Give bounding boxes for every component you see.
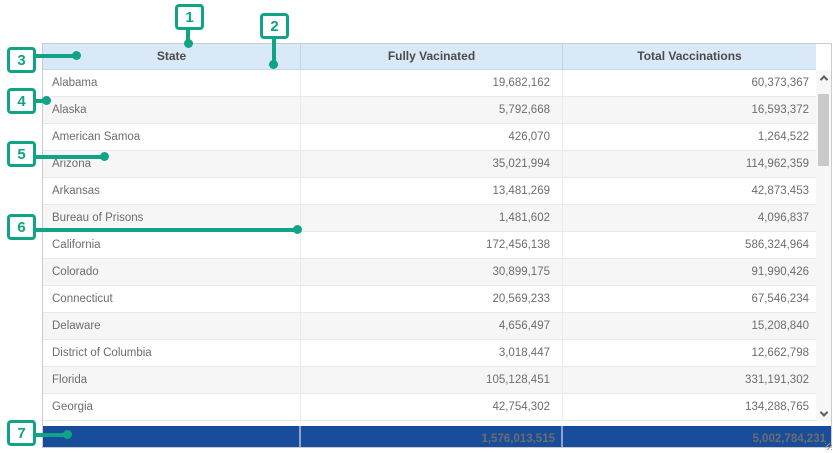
fully-vaccinated-cell: 35,021,994 [301, 151, 563, 177]
table-row[interactable]: Florida105,128,451331,191,302 [43, 367, 831, 394]
annotation-4-box: 4 [7, 88, 36, 114]
table-header-row: State Fully Vacinated Total Vaccinations [43, 44, 816, 70]
summary-fully-vaccinated-cell: 1,576,013,515 [301, 426, 563, 447]
summary-row: 1,576,013,515 5,002,784,231 [43, 426, 831, 447]
fully-vaccinated-cell: 4,656,497 [301, 313, 563, 339]
table-row[interactable]: Arizona35,021,994114,962,359 [43, 151, 831, 178]
total-vaccinations-cell: 4,096,837 [563, 205, 831, 231]
state-cell: Georgia [43, 394, 301, 420]
scrollbar-thumb[interactable] [818, 94, 829, 166]
fully-vaccinated-cell: 172,456,138 [301, 232, 563, 258]
total-vaccinations-cell: 134,288,765 [563, 394, 831, 420]
column-header-total-vaccinations[interactable]: Total Vaccinations [563, 44, 816, 69]
annotation-5-dot [100, 152, 109, 161]
fully-vaccinated-cell: 3,018,447 [301, 340, 563, 366]
annotation-6-connector [34, 228, 298, 232]
summary-total-vaccinations-cell: 5,002,784,231 [563, 426, 831, 447]
table-body: Alabama19,682,16260,373,367Alaska5,792,6… [43, 70, 831, 421]
total-vaccinations-cell: 114,962,359 [563, 151, 831, 177]
fully-vaccinated-cell: 30,899,175 [301, 259, 563, 285]
table-row[interactable]: Arkansas13,481,26942,873,453 [43, 178, 831, 205]
table-row[interactable]: Alabama19,682,16260,373,367 [43, 70, 831, 97]
annotation-7-box: 7 [7, 420, 36, 446]
fully-vaccinated-cell: 19,682,162 [301, 70, 563, 96]
annotation-3-dot [72, 51, 81, 60]
state-cell: Delaware [43, 313, 301, 339]
total-vaccinations-cell: 67,546,234 [563, 286, 831, 312]
table-row[interactable]: Delaware4,656,49715,208,840 [43, 313, 831, 340]
state-cell: Connecticut [43, 286, 301, 312]
fully-vaccinated-cell: 105,128,451 [301, 367, 563, 393]
state-cell: California [43, 232, 301, 258]
vertical-scrollbar[interactable] [816, 70, 831, 421]
attribute-table-screenshot: State Fully Vacinated Total Vaccinations… [0, 0, 833, 453]
table-row[interactable]: California172,456,138586,324,964 [43, 232, 831, 259]
total-vaccinations-cell: 15,208,840 [563, 313, 831, 339]
chevron-up-icon [819, 75, 827, 83]
fully-vaccinated-cell: 1,481,602 [301, 205, 563, 231]
total-vaccinations-cell: 16,593,372 [563, 97, 831, 123]
chevron-down-icon [819, 408, 827, 416]
annotation-4-dot [42, 96, 51, 105]
fully-vaccinated-cell: 13,481,269 [301, 178, 563, 204]
table-row[interactable]: American Samoa426,0701,264,522 [43, 124, 831, 151]
fully-vaccinated-cell: 426,070 [301, 124, 563, 150]
state-cell: Florida [43, 367, 301, 393]
annotation-6-box: 6 [7, 214, 36, 240]
table-row[interactable]: District of Columbia3,018,44712,662,798 [43, 340, 831, 367]
state-cell: District of Columbia [43, 340, 301, 366]
fully-vaccinated-cell: 42,754,302 [301, 394, 563, 420]
table-row[interactable]: Connecticut20,569,23367,546,234 [43, 286, 831, 313]
annotation-2-dot [269, 60, 278, 69]
table-row[interactable]: Alaska5,792,66816,593,372 [43, 97, 831, 124]
state-cell: Alabama [43, 70, 301, 96]
state-cell: American Samoa [43, 124, 301, 150]
total-vaccinations-cell: 12,662,798 [563, 340, 831, 366]
annotation-3-box: 3 [7, 47, 36, 73]
fully-vaccinated-cell: 5,792,668 [301, 97, 563, 123]
state-cell: Alaska [43, 97, 301, 123]
total-vaccinations-cell: 91,990,426 [563, 259, 831, 285]
total-vaccinations-cell: 586,324,964 [563, 232, 831, 258]
scroll-up-button[interactable] [816, 70, 831, 85]
total-vaccinations-cell: 1,264,522 [563, 124, 831, 150]
attribute-table: State Fully Vacinated Total Vaccinations… [42, 43, 832, 448]
column-header-fully-vaccinated[interactable]: Fully Vacinated [301, 44, 563, 69]
table-row[interactable]: Georgia42,754,302134,288,765 [43, 394, 831, 421]
annotation-5-connector [34, 155, 105, 159]
table-row[interactable]: Colorado30,899,17591,990,426 [43, 259, 831, 286]
fully-vaccinated-cell: 20,569,233 [301, 286, 563, 312]
resize-grip-icon [825, 443, 832, 450]
column-header-state[interactable]: State [43, 44, 301, 69]
state-cell: Arkansas [43, 178, 301, 204]
annotation-6-dot [293, 225, 302, 234]
annotation-1-dot [184, 39, 193, 48]
annotation-5-box: 5 [7, 141, 36, 167]
annotation-3-connector [34, 54, 77, 58]
summary-state-cell [43, 426, 301, 447]
state-cell: Colorado [43, 259, 301, 285]
annotation-7-dot [63, 430, 72, 439]
total-vaccinations-cell: 42,873,453 [563, 178, 831, 204]
total-vaccinations-cell: 331,191,302 [563, 367, 831, 393]
scroll-down-button[interactable] [816, 406, 831, 421]
total-vaccinations-cell: 60,373,367 [563, 70, 831, 96]
annotation-1-box: 1 [175, 4, 204, 30]
annotation-2-box: 2 [260, 13, 289, 39]
